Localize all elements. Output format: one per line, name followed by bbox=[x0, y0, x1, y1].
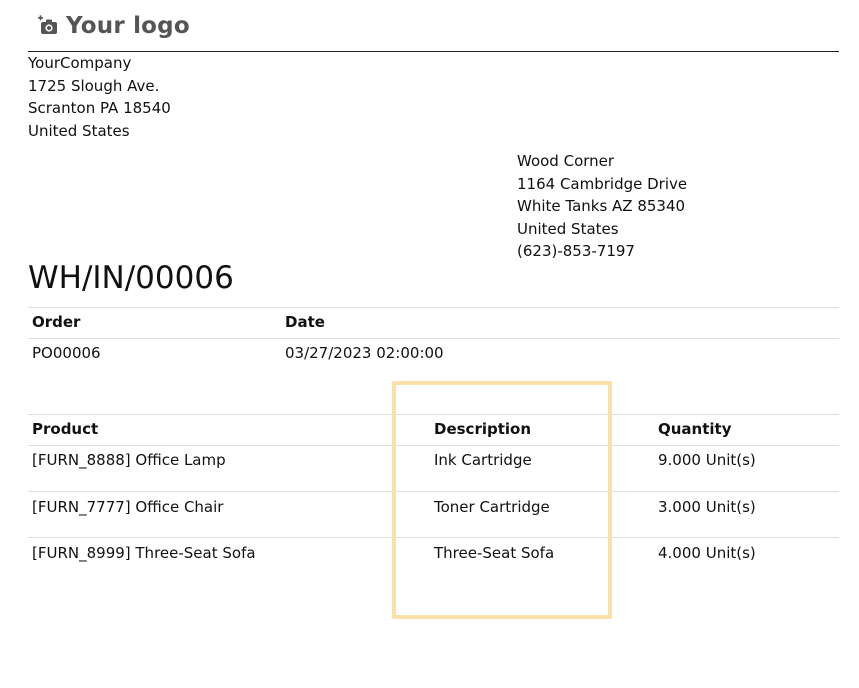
customer-country: United States bbox=[517, 219, 619, 238]
company-address: YourCompany 1725 Slough Ave. Scranton PA… bbox=[28, 52, 171, 142]
table-divider bbox=[28, 307, 839, 308]
document-title: WH/IN/00006 bbox=[28, 260, 234, 296]
order-header: Order bbox=[32, 313, 81, 331]
customer-phone: (623)-853-7197 bbox=[517, 242, 635, 260]
logo-text: Your logo bbox=[66, 13, 190, 39]
customer-name: Wood Corner bbox=[517, 152, 615, 170]
table-row-product: [FURN_8999] Three-Seat Sofa bbox=[32, 544, 256, 562]
table-row-product: [FURN_8888] Office Lamp bbox=[32, 451, 226, 469]
table-row-product: [FURN_7777] Office Chair bbox=[32, 498, 224, 516]
date-header: Date bbox=[285, 313, 325, 331]
customer-city: White Tanks AZ 85340 bbox=[517, 197, 686, 215]
company-name: YourCompany bbox=[28, 54, 132, 72]
customer-address: Wood Corner 1164 Cambridge Drive White T… bbox=[517, 150, 687, 263]
quantity-header: Quantity bbox=[658, 420, 732, 438]
description-column-highlight bbox=[392, 381, 612, 619]
company-city: Scranton PA 18540 bbox=[28, 99, 171, 117]
date-value: 03/27/2023 02:00:00 bbox=[285, 344, 444, 362]
product-header: Product bbox=[32, 420, 99, 438]
table-row-quantity: 4.000 Unit(s) bbox=[658, 544, 756, 562]
company-street: 1725 Slough Ave. bbox=[28, 76, 160, 95]
company-country: United States bbox=[28, 121, 130, 140]
table-row-quantity: 9.000 Unit(s) bbox=[658, 451, 756, 469]
table-divider bbox=[28, 338, 839, 339]
company-logo: Your logo bbox=[38, 10, 190, 42]
table-row-quantity: 3.000 Unit(s) bbox=[658, 498, 756, 516]
customer-street: 1164 Cambridge Drive bbox=[517, 174, 688, 193]
order-value: PO00006 bbox=[32, 344, 101, 362]
camera-icon bbox=[38, 15, 57, 34]
